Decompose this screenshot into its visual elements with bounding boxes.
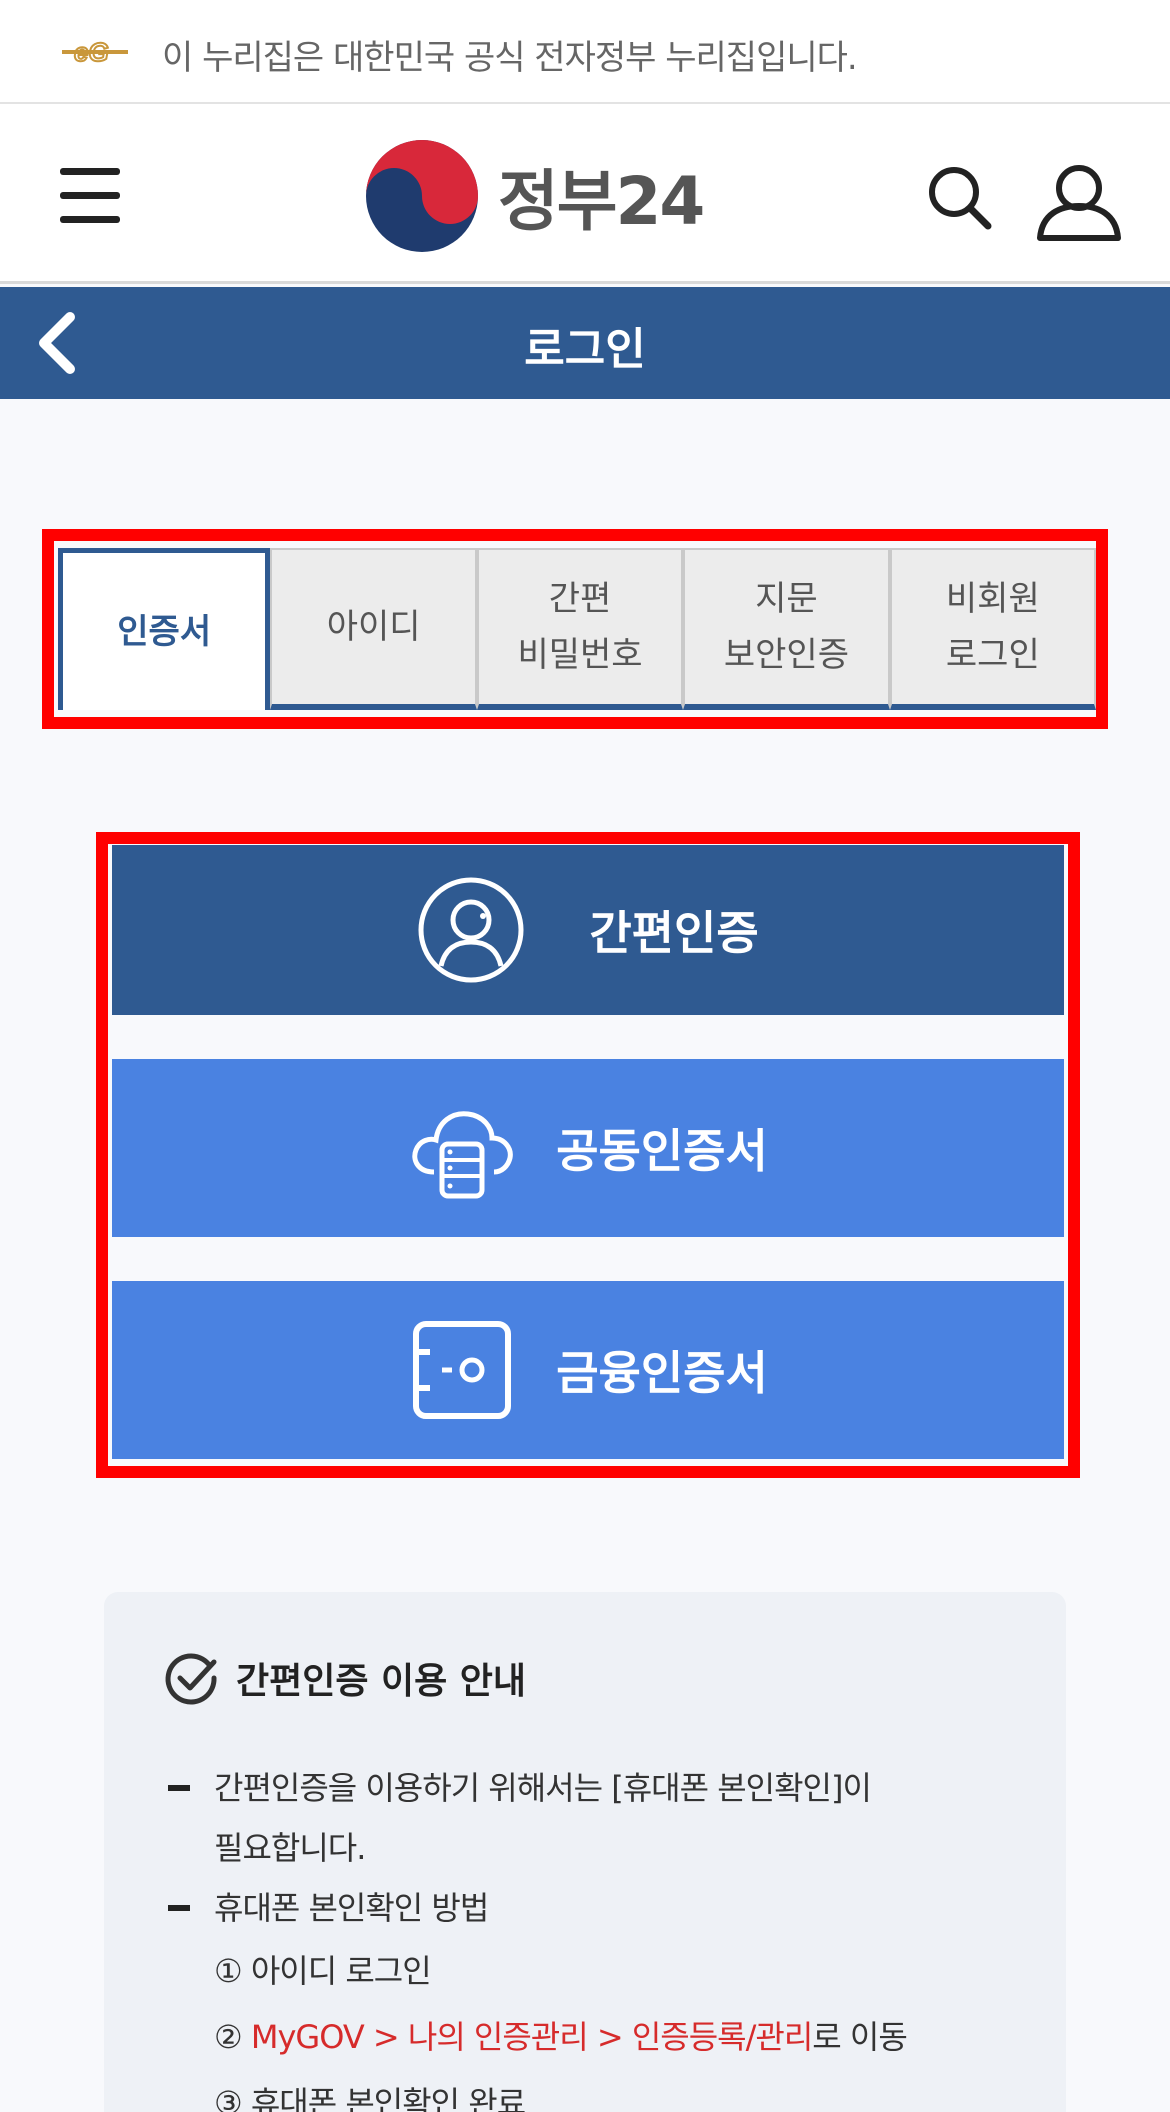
- guide-item: 간편인증을 이용하기 위해서는 [휴대폰 본인확인]이 필요합니다.: [164, 1758, 1044, 1878]
- cloud-server-icon: [412, 1111, 513, 1199]
- guide-title-text: 간편인증 이용 안내: [236, 1661, 527, 1702]
- guide-step: ① 아이디 로그인: [214, 1952, 432, 1990]
- joint-certificate-label: 공동인증서: [556, 1124, 768, 1178]
- guide-step-prefix: ②: [214, 2018, 251, 2056]
- tab-label-line2: 비밀번호: [517, 635, 643, 675]
- svg-text:eG: eG: [74, 37, 109, 67]
- gov-banner-text: 이 누리집은 대한민국 공식 전자정부 누리집입니다.: [162, 38, 858, 78]
- safe-icon: [413, 1321, 512, 1419]
- login-method-tabs: 인증서 아이디 간편 비밀번호 지문 보안인증 비회원 로그인: [58, 548, 1097, 710]
- gov-banner: eG 이 누리집은 대한민국 공식 전자정부 누리집입니다.: [0, 0, 1170, 104]
- search-icon[interactable]: [926, 164, 992, 230]
- joint-certificate-button[interactable]: 공동인증서: [112, 1059, 1064, 1237]
- user-icon[interactable]: [1036, 162, 1122, 242]
- tab-certificate[interactable]: 인증서: [58, 548, 271, 710]
- simple-auth-button[interactable]: 간편인증: [112, 845, 1064, 1015]
- check-circle-icon: [165, 1653, 217, 1705]
- tab-simple-password[interactable]: 간편 비밀번호: [476, 548, 684, 710]
- guide-step: ③ 휴대폰 본인확인 완료: [214, 2084, 526, 2112]
- guide-item-text: 휴대폰 본인확인 방법: [214, 1889, 489, 1927]
- simple-auth-label: 간편인증: [589, 906, 759, 960]
- guide-step-suffix: 로 이동: [812, 2018, 907, 2056]
- tab-label: 아이디: [326, 607, 421, 647]
- hamburger-menu-icon[interactable]: [60, 168, 120, 224]
- site-header: 정부24: [0, 104, 1170, 284]
- tab-fingerprint[interactable]: 지문 보안인증: [683, 548, 890, 710]
- tab-label-line1: 비회원: [945, 579, 1040, 619]
- financial-certificate-button[interactable]: 금융인증서: [112, 1281, 1064, 1459]
- page-title: 로그인: [524, 324, 646, 375]
- egov-logo-icon: eG: [62, 36, 128, 68]
- tab-id[interactable]: 아이디: [270, 548, 477, 710]
- taegeuk-logo-icon: [366, 140, 478, 252]
- logo-text: 정부24: [498, 163, 705, 240]
- gov24-logo[interactable]: 정부24: [364, 138, 705, 254]
- tab-label-line2: 로그인: [945, 635, 1040, 675]
- tab-label-line1: 간편: [548, 579, 612, 619]
- guide-item-text: 필요합니다.: [214, 1829, 366, 1867]
- tab-guest-login[interactable]: 비회원 로그인: [889, 548, 1097, 710]
- user-circle-icon: [418, 877, 524, 983]
- tab-label-line1: 지문: [755, 579, 818, 619]
- guide-title: 간편인증 이용 안내: [164, 1650, 526, 1706]
- guide-item-text: 간편인증을 이용하기 위해서는 [휴대폰 본인확인]이: [214, 1769, 872, 1807]
- mygov-path-link[interactable]: MyGOV > 나의 인증관리 > 인증등록/관리: [251, 2018, 813, 2056]
- guide-item: 휴대폰 본인확인 방법: [164, 1878, 1044, 1938]
- tab-label-line2: 보안인증: [723, 635, 849, 675]
- simple-auth-guide: 간편인증 이용 안내 간편인증을 이용하기 위해서는 [휴대폰 본인확인]이 필…: [104, 1592, 1066, 2112]
- title-bar: 로그인: [0, 287, 1170, 399]
- guide-list: 간편인증을 이용하기 위해서는 [휴대폰 본인확인]이 필요합니다. 휴대폰 본…: [164, 1758, 1044, 2112]
- financial-certificate-label: 금융인증서: [556, 1346, 768, 1400]
- guide-step: ② MyGOV > 나의 인증관리 > 인증등록/관리로 이동: [164, 2004, 1044, 2070]
- tab-label: 인증서: [117, 611, 212, 652]
